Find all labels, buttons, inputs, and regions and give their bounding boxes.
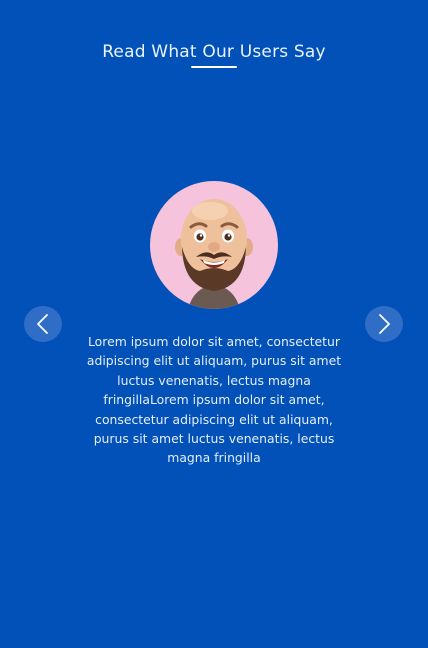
section-title: Read What Our Users Say (102, 42, 326, 62)
user-avatar (150, 181, 278, 309)
bald-bearded-man-avatar-icon (175, 199, 253, 309)
chevron-left-icon (37, 314, 48, 334)
next-testimonial-button[interactable] (365, 306, 403, 342)
title-underline (191, 66, 237, 68)
prev-testimonial-button[interactable] (24, 306, 62, 342)
testimonial-text: Lorem ipsum dolor sit amet, consectetur … (86, 334, 342, 466)
chevron-right-icon (379, 314, 390, 334)
testimonials-section: Read What Our Users Say Lorem ipsum dolo… (0, 0, 428, 648)
